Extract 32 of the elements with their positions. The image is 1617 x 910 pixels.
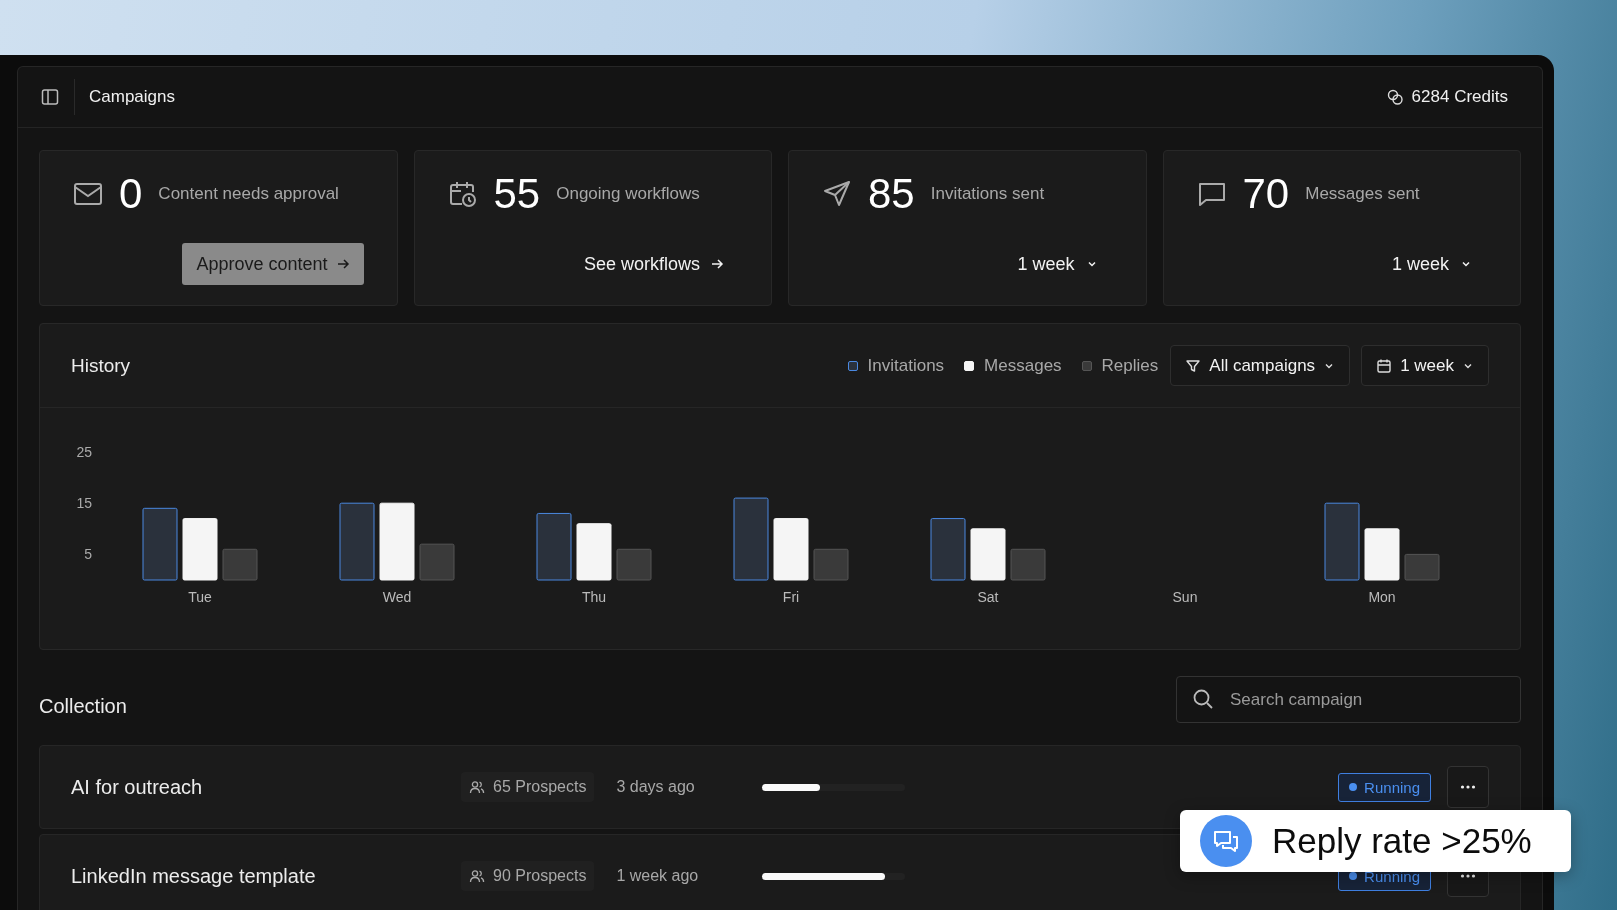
x-tick-label: Fri <box>782 589 800 605</box>
stat-value: 0 <box>119 170 143 218</box>
y-tick-label: 15 <box>76 495 92 512</box>
prospects-chip: 65 Prospects <box>461 772 595 802</box>
collection-title: Collection <box>39 695 127 718</box>
stat-label: Invitations sent <box>930 184 1045 204</box>
updated-time: 1 week ago <box>616 867 700 885</box>
x-tick-label: Sat <box>977 589 999 605</box>
updated-time: 3 days ago <box>616 778 696 796</box>
stat-value: 85 <box>868 170 915 218</box>
stat-value: 55 <box>493 170 541 218</box>
x-tick-label: Wed <box>382 589 412 605</box>
campaign-name: AI for outreach <box>71 775 204 799</box>
credits-count: 6284 Credits <box>1411 87 1508 107</box>
x-tick-label: Sun <box>1172 589 1198 605</box>
y-tick-label: 25 <box>76 444 92 460</box>
x-tick-label: Thu <box>581 589 607 605</box>
status-badge: Running <box>1338 772 1431 802</box>
stat-label: Ongoing workflows <box>556 184 700 204</box>
prospects-chip: 90 Prospects <box>461 861 595 891</box>
x-tick-label: Mon <box>1368 589 1396 605</box>
legend-label: Messages <box>984 355 1062 376</box>
x-tick-label: Tue <box>188 589 212 605</box>
stat-label: Messages sent <box>1305 184 1420 204</box>
y-tick-label: 5 <box>84 546 92 563</box>
stat-value: 70 <box>1242 170 1290 218</box>
page-title: Campaigns <box>89 87 175 107</box>
legend-label: Invitations <box>867 355 945 376</box>
campaign-name: LinkedIn message template <box>71 864 317 888</box>
history-title: History <box>71 354 131 377</box>
stat-label: Content needs approval <box>158 184 339 204</box>
legend-label: Replies <box>1101 355 1159 376</box>
